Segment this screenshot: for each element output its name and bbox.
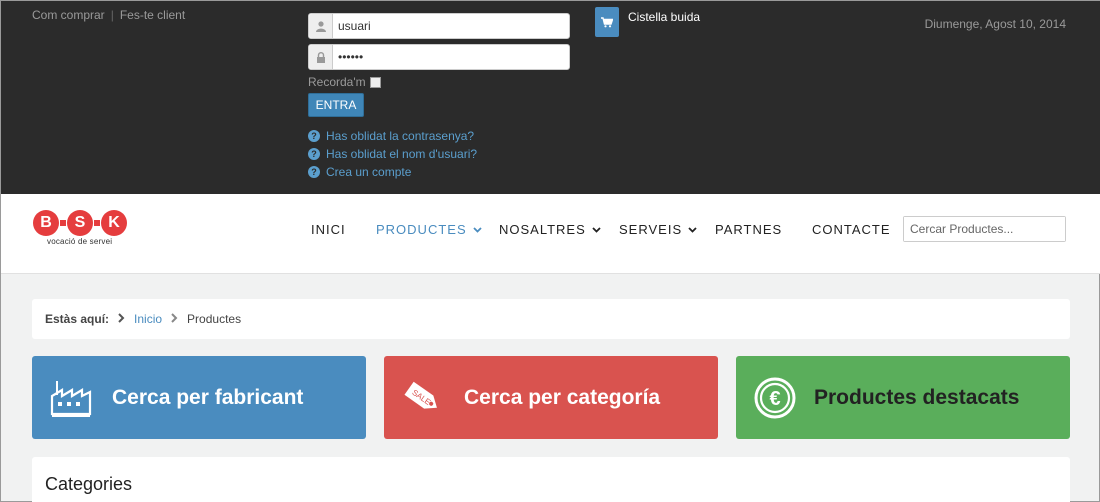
- cart-icon[interactable]: [595, 7, 619, 37]
- nav-item-label: PARTNES: [715, 222, 783, 237]
- top-links: Com comprar | Fes-te client: [32, 8, 185, 22]
- sale-tag-icon: SALE: [398, 373, 448, 423]
- login-button[interactable]: ENTRA: [308, 93, 364, 117]
- logo-letter: S: [67, 210, 93, 236]
- forgot-username-link[interactable]: ? Has oblidat el nom d'usuari?: [308, 145, 477, 163]
- lock-icon: [309, 45, 333, 69]
- chevron-right-icon: [171, 312, 178, 326]
- nav-item-productes[interactable]: PRODUCTES: [376, 222, 482, 237]
- factory-icon: [46, 373, 96, 423]
- username-field: [308, 13, 570, 39]
- featured-products-card[interactable]: € Productes destacats: [736, 356, 1070, 439]
- question-icon: ?: [308, 148, 320, 160]
- question-icon: ?: [308, 166, 320, 178]
- forgot-username-label: Has oblidat el nom d'usuari?: [326, 147, 478, 161]
- logo-mark: B S K: [33, 210, 127, 236]
- nav-item-label: INICI: [311, 222, 346, 237]
- create-account-link[interactable]: ? Crea un compte: [308, 163, 477, 181]
- help-links: ? Has oblidat la contrasenya? ? Has obli…: [308, 127, 477, 181]
- cart-label: Cistella buida: [628, 10, 701, 24]
- nav-item-label: SERVEIS: [619, 222, 683, 237]
- product-search: [903, 216, 1066, 242]
- breadcrumb: Estàs aquí: Inicio Productes: [32, 299, 1070, 339]
- remember-checkbox[interactable]: [369, 76, 381, 88]
- categories-title: Categories: [45, 474, 133, 494]
- chevron-down-icon: [592, 225, 601, 235]
- logo-letter: K: [101, 210, 127, 236]
- nav-item-label: PRODUCTES: [376, 222, 467, 237]
- logo[interactable]: B S K vocació de servei: [33, 210, 127, 246]
- link-separator: |: [110, 8, 114, 22]
- remember-label: Recorda'm: [308, 75, 366, 89]
- chevron-down-icon: [472, 225, 482, 235]
- categories-section: Categories: [32, 457, 1070, 502]
- nav-item-inici[interactable]: INICI: [311, 222, 346, 237]
- nav-item-contacte[interactable]: CONTACTE: [812, 222, 891, 237]
- logo-dot: [60, 220, 66, 226]
- search-input[interactable]: [904, 217, 1065, 241]
- card-title: Cerca per fabricant: [112, 385, 304, 409]
- question-icon: ?: [308, 130, 320, 142]
- create-account-label: Crea un compte: [326, 165, 412, 179]
- password-field: [308, 44, 570, 70]
- top-bar: Com comprar | Fes-te client Recorda'm ENTR…: [1, 1, 1100, 194]
- login-form: Recorda'm ENTRA: [308, 13, 570, 117]
- euro-icon: €: [750, 373, 800, 423]
- forgot-password-link[interactable]: ? Has oblidat la contrasenya?: [308, 127, 477, 145]
- become-client-link[interactable]: Fes-te client: [120, 8, 185, 22]
- euro-symbol: €: [769, 388, 780, 410]
- username-input[interactable]: [333, 15, 569, 37]
- search-by-manufacturer-card[interactable]: Cerca per fabricant: [32, 356, 366, 439]
- cart[interactable]: Cistella buida: [595, 7, 700, 37]
- forgot-password-label: Has oblidat la contrasenya?: [326, 129, 475, 143]
- user-icon: [309, 14, 333, 38]
- breadcrumb-home-link[interactable]: Inicio: [134, 312, 162, 326]
- nav-item-serveis[interactable]: SERVEIS: [619, 222, 697, 237]
- password-input[interactable]: [333, 46, 569, 68]
- how-to-buy-link[interactable]: Com comprar: [32, 8, 105, 22]
- nav-item-label: CONTACTE: [812, 222, 891, 237]
- chevron-right-icon: [118, 312, 125, 326]
- logo-letter: B: [33, 210, 59, 236]
- main-navbar: B S K vocació de servei INICI PRODUCTES …: [1, 194, 1100, 274]
- search-by-category-card[interactable]: SALE Cerca per categoría: [384, 356, 718, 439]
- logo-tagline: vocació de servei: [47, 237, 113, 246]
- current-date: Diumenge, Agost 10, 2014: [924, 17, 1066, 31]
- chevron-down-icon: [688, 225, 697, 235]
- nav-item-label: NOSALTRES: [499, 222, 586, 237]
- card-title: Cerca per categoría: [464, 385, 661, 409]
- nav-item-partnes[interactable]: PARTNES: [715, 222, 782, 237]
- logo-dot: [94, 220, 100, 226]
- breadcrumb-current: Productes: [187, 312, 242, 326]
- breadcrumb-label: Estàs aquí:: [45, 312, 110, 326]
- card-title: Productes destacats: [814, 385, 1020, 409]
- remember-row: Recorda'm: [308, 75, 570, 89]
- nav-item-nosaltres[interactable]: NOSALTRES: [499, 222, 601, 237]
